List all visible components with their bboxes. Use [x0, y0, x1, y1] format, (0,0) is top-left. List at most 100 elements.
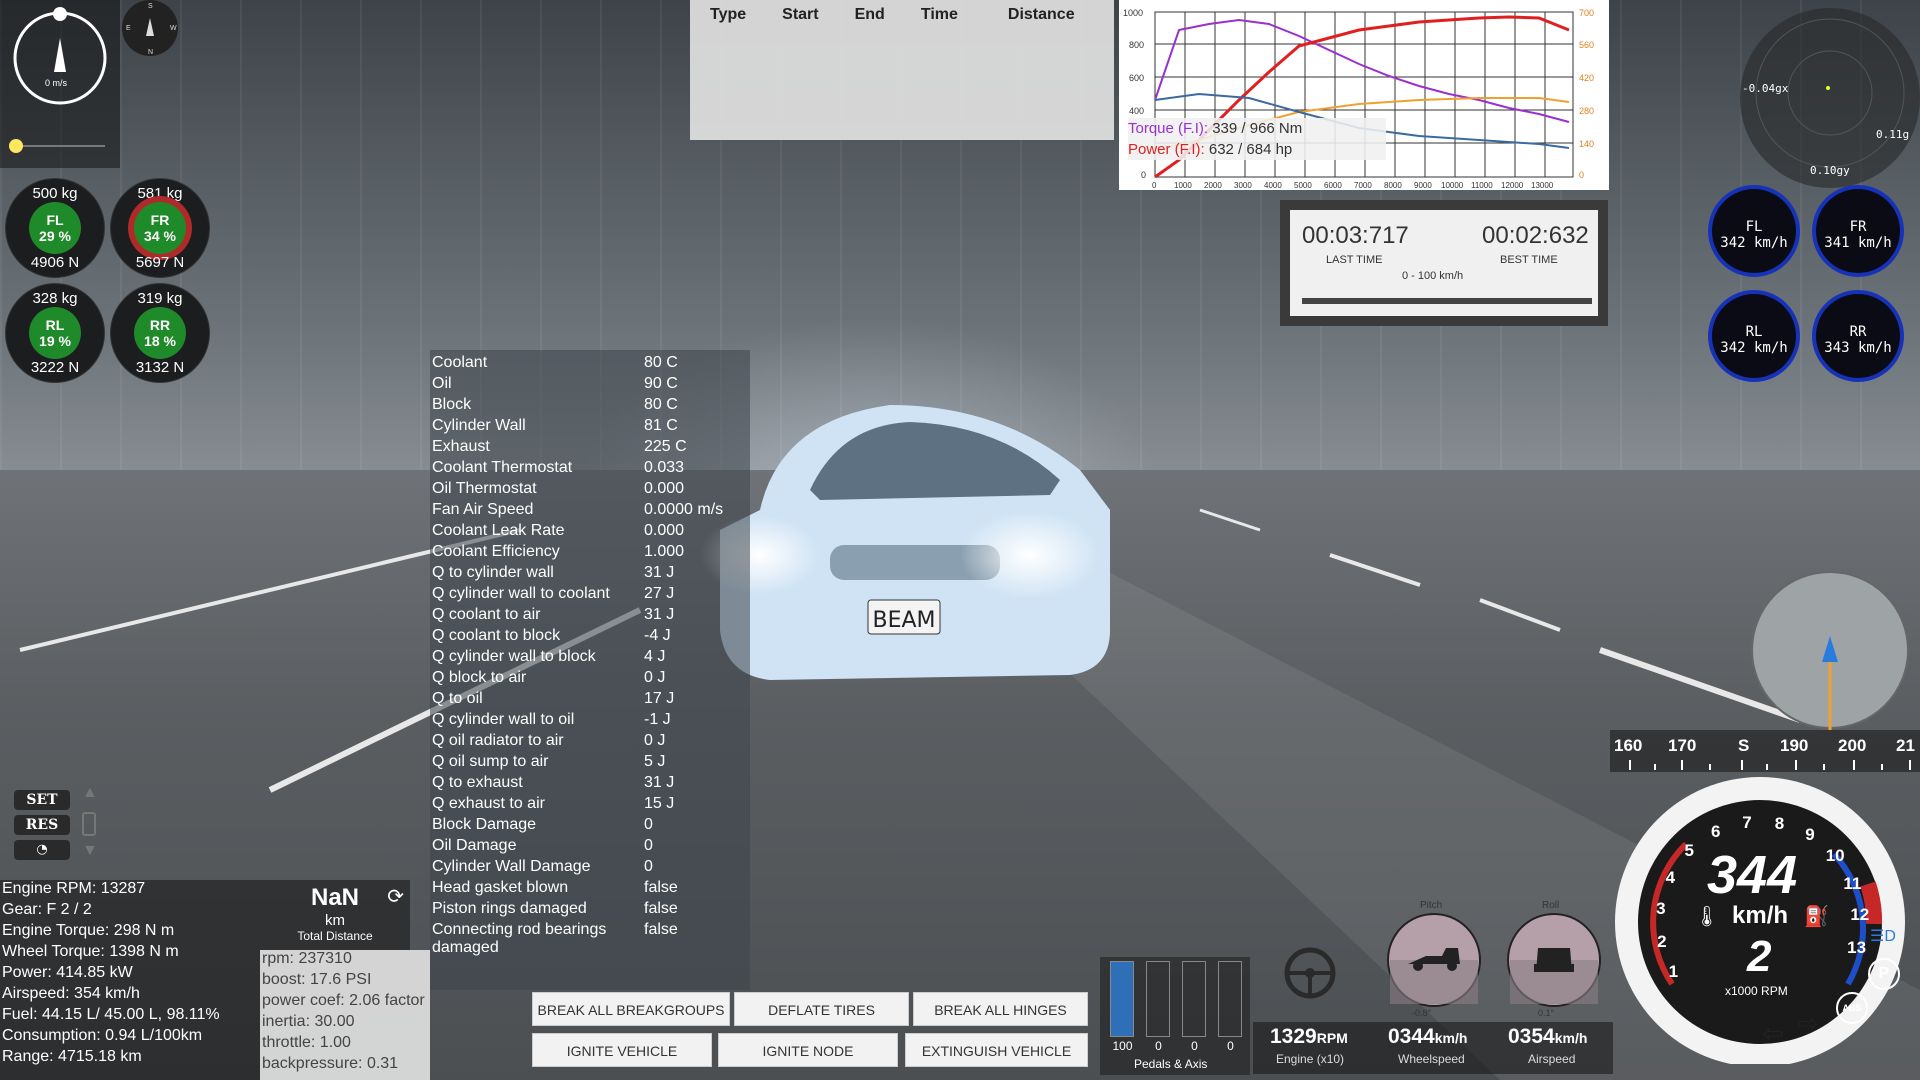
rpm-tick: 1: [1668, 962, 1679, 981]
thermal-key: Q exhaust to air: [432, 795, 545, 812]
thermal-row: Exhaust 225 C: [432, 438, 750, 459]
compass-panel: 0 m/s: [0, 0, 120, 168]
x-tick: 0: [1152, 181, 1157, 190]
x-tick: 1000: [1174, 181, 1192, 190]
cruise-speed-indicator: [82, 812, 96, 836]
thermal-key: Piston rings damaged: [432, 900, 587, 917]
thermal-value: 31 J: [644, 774, 675, 791]
rpm-tick: 13: [1847, 937, 1867, 957]
last-time-value: 00:03:717: [1302, 222, 1409, 249]
cruise-toggle-icon[interactable]: ◔: [14, 840, 70, 860]
thermal-key: Q block to air: [432, 669, 527, 686]
thermal-key: Block: [432, 396, 472, 413]
last-time-label: LAST TIME: [1326, 254, 1383, 266]
thermal-row: Oil Thermostat 0.000: [432, 480, 750, 501]
ignite-vehicle-button[interactable]: IGNITE VEHICLE: [532, 1033, 712, 1067]
col-distance: Distance: [1007, 6, 1075, 23]
cruise-res-button[interactable]: RES: [14, 815, 70, 835]
x-tick: 2000: [1204, 181, 1222, 190]
wheel-speed-rl: RL 342 km/h: [1708, 290, 1800, 382]
debug-power-coef: power coef: 2.06 factor: [262, 992, 425, 1009]
thermal-value: 0.0000 m/s: [644, 501, 724, 518]
roll-indicator: [1507, 913, 1601, 1007]
x-tick: 11000: [1471, 181, 1493, 190]
engine-thermals-panel: Coolant 80 C Oil 90 C Block 80 C Cylinder Wall…: [430, 350, 750, 990]
thermal-value: 31 J: [644, 606, 675, 623]
thermal-key: Oil: [432, 375, 452, 392]
tire-load-rr: 319 kg RR 18 % 3132 N: [110, 283, 210, 383]
timer-category: 0 - 100 km/h: [1402, 270, 1464, 282]
cruise-down-icon[interactable]: ▼: [82, 842, 98, 860]
break-hinges-button[interactable]: BREAK ALL HINGES: [913, 992, 1088, 1026]
thermal-value: 80 C: [644, 396, 678, 413]
thermal-row: Q coolant to block -4 J: [432, 627, 750, 648]
rpm-tick: 5: [1684, 841, 1695, 861]
debug-backpressure: backpressure: 0.31: [262, 1055, 399, 1072]
wheel-label: RR: [1849, 324, 1867, 340]
thermal-value: 90 C: [644, 375, 678, 392]
thermal-key: Q oil sump to air: [432, 753, 549, 770]
gforce-y: 0.10gy: [1810, 164, 1850, 177]
trip-distance-panel: NaN km Total Distance ⟳: [260, 880, 410, 950]
cruise-set-button[interactable]: SET: [14, 790, 70, 810]
thermal-row: Coolant 80 C: [432, 354, 750, 375]
ignite-node-button[interactable]: IGNITE NODE: [718, 1033, 898, 1067]
abs-icon: ABS: [1836, 992, 1868, 1024]
thermal-key: Cylinder Wall Damage: [432, 858, 591, 875]
debug-inertia: inertia: 30.00: [262, 1013, 355, 1030]
wheel-label: FL: [1745, 219, 1763, 235]
tire-label: RR: [149, 317, 171, 333]
pedal-throttle-value: 100: [1112, 1039, 1133, 1053]
svg-text:E: E: [126, 25, 131, 32]
tire-force: 4906 N: [30, 254, 80, 271]
deflate-tires-button[interactable]: DEFLATE TIRES: [734, 992, 909, 1026]
cruise-up-icon[interactable]: ▲: [82, 784, 98, 802]
roll-label: Roll: [1542, 900, 1560, 911]
thermal-key: Oil Thermostat: [432, 480, 537, 497]
x-tick: 8000: [1384, 181, 1402, 190]
thermal-key: Oil Damage: [432, 837, 517, 854]
right-tick: 140: [1579, 139, 1594, 149]
mini-compass-icon: S N E W: [122, 0, 178, 56]
thermal-value: -1 J: [644, 711, 671, 728]
left-tick: 0: [1141, 170, 1146, 180]
tire-percent: 19 %: [39, 333, 71, 349]
heading-label: 170: [1668, 736, 1697, 755]
thermal-row: Q to exhaust 31 J: [432, 774, 750, 795]
right-signal-icon: ⇨: [1797, 1008, 1819, 1038]
pedal-parkingbrake-value: 0: [1227, 1039, 1234, 1053]
thermal-row: Fan Air Speed 0.0000 m/s: [432, 501, 750, 522]
break-breakgroups-button[interactable]: BREAK ALL BREAKGROUPS: [532, 992, 730, 1026]
thermal-value: -4 J: [644, 627, 671, 644]
left-tick: 1000: [1123, 8, 1143, 18]
thermal-row: Coolant Leak Rate 0.000: [432, 522, 750, 543]
wheel-speed-value: 343 km/h: [1824, 340, 1892, 356]
x-tick: 3000: [1234, 181, 1252, 190]
lap-log-panel: Type Start End Time Distance: [690, 0, 1114, 140]
power-label: Power (F.I):: [1128, 141, 1205, 158]
tire-label: FR: [150, 212, 170, 228]
thermal-row: Connecting rod bearings damaged false: [432, 921, 750, 956]
speedometer-gauge: 1 2 3 4 5 6 7 8 9 10 11 12 13 344 km/h 2 x1000 RPM 🌡…: [1612, 774, 1908, 1064]
thermal-row: Oil 90 C: [432, 375, 750, 396]
thermal-value: 80 C: [644, 354, 678, 371]
thermal-row: Q oil sump to air 5 J: [432, 753, 750, 774]
tire-weight: 500 kg: [32, 185, 78, 202]
thermal-value: 0: [644, 816, 653, 833]
col-end: End: [854, 6, 885, 23]
thermal-value: false: [644, 879, 678, 896]
pedal-bar: [1110, 961, 1134, 1037]
gear-value: 2: [1747, 932, 1772, 981]
x-tick: 6000: [1324, 181, 1342, 190]
tire-load-fr: 581 kg FR 34 % 5697 N: [110, 178, 210, 278]
extinguish-vehicle-button[interactable]: EXTINGUISH VEHICLE: [905, 1033, 1088, 1067]
vehicle-stats-panel: Engine RPM: 13287 Gear: F 2 / 2 Engine T…: [0, 880, 260, 1080]
reset-distance-icon[interactable]: ⟳: [387, 884, 404, 909]
tire-label: FL: [46, 212, 64, 228]
stat-airspeed: Airspeed: 354 km/h: [2, 985, 140, 1002]
gforce-meter: -0.04gx 0.11g 0.10gy: [1740, 8, 1920, 188]
parking-brake-icon: P: [1868, 958, 1900, 990]
thermal-row: Coolant Efficiency 1.000: [432, 543, 750, 564]
thermal-row: Q to cylinder wall 31 J: [432, 564, 750, 585]
speed-unit: km/h: [1732, 902, 1789, 929]
